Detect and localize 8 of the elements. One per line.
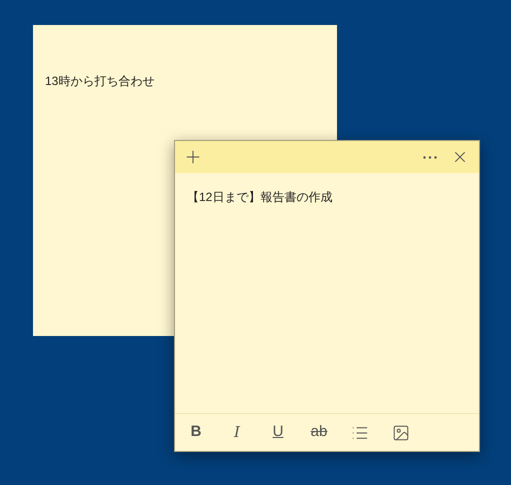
note-text[interactable]: 【12日まで】報告書の作成 xyxy=(187,190,332,204)
bold-button[interactable]: B xyxy=(182,418,210,446)
italic-button[interactable]: I xyxy=(223,418,251,446)
more-icon xyxy=(423,156,437,158)
note-text[interactable]: 13時から打ち合わせ xyxy=(45,74,154,88)
underline-button[interactable]: U xyxy=(264,418,292,446)
strikethrough-button[interactable]: ab xyxy=(305,418,333,446)
image-icon xyxy=(392,424,410,442)
